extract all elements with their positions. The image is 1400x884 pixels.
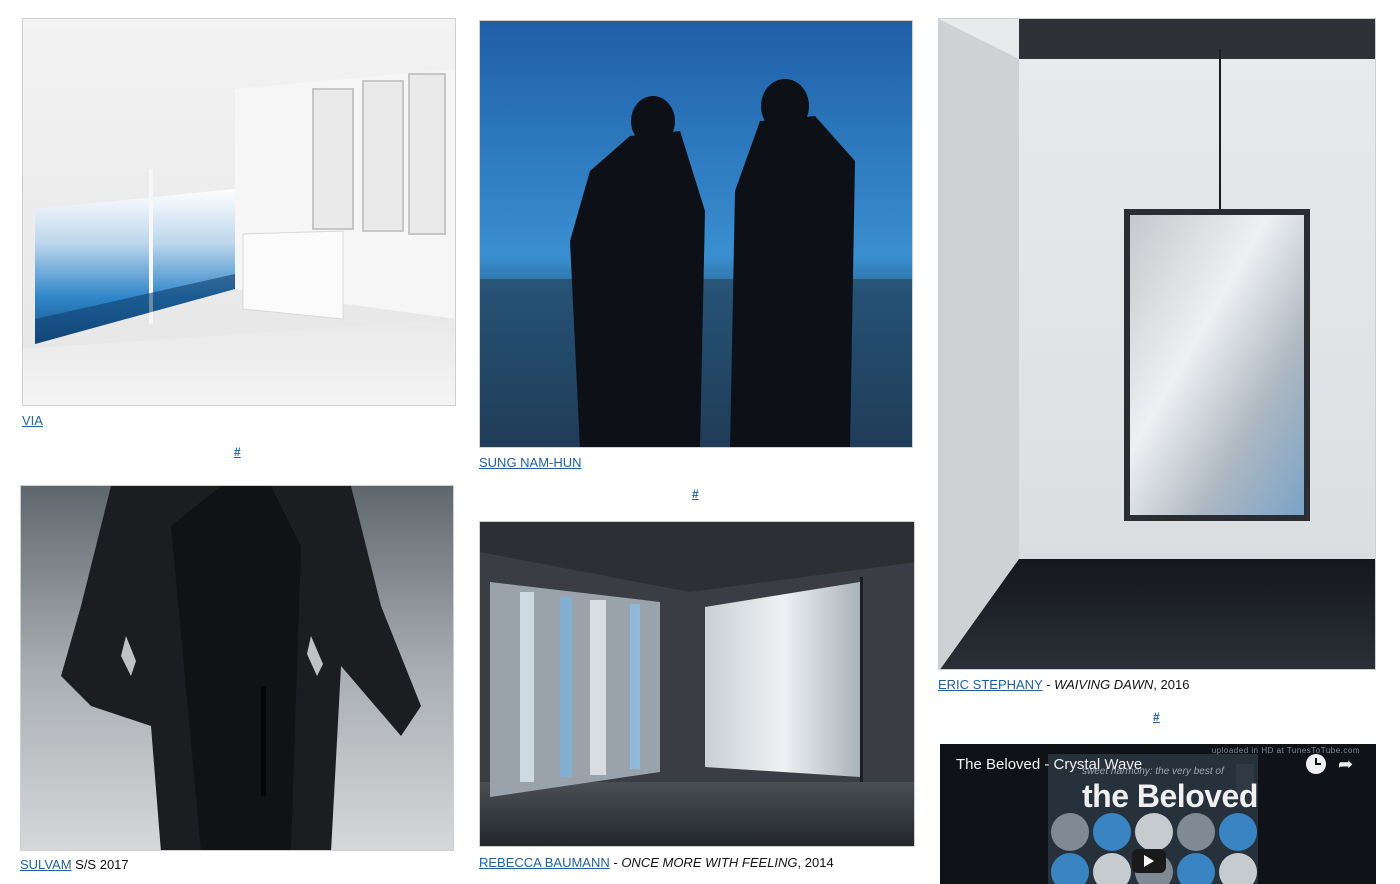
- play-icon[interactable]: [1132, 849, 1166, 873]
- caption-year: , 2016: [1153, 677, 1190, 692]
- caption-text: S/S 2017: [71, 857, 129, 872]
- post-image-hanging-screen[interactable]: [938, 18, 1376, 670]
- artist-link[interactable]: REBECCA BAUMANN: [479, 855, 610, 870]
- album-title: the Beloved: [1082, 778, 1258, 814]
- permalink: #: [692, 487, 699, 501]
- artist-link[interactable]: ERIC STEPHANY: [938, 677, 1043, 692]
- artist-link[interactable]: SUNG NAM-HUN: [479, 455, 582, 470]
- artwork-title: WAIVING DAWN: [1054, 677, 1154, 692]
- video-title[interactable]: The Beloved - Crystal Wave: [956, 756, 1142, 773]
- post-image-gallery-blue-mural[interactable]: [22, 18, 456, 406]
- permalink-link[interactable]: #: [234, 445, 241, 459]
- post-caption: VIA: [22, 413, 43, 428]
- post-caption: ERIC STEPHANY - WAIVING DAWN, 2016: [938, 677, 1189, 692]
- permalink: #: [1153, 710, 1160, 724]
- permalink-link[interactable]: #: [1153, 710, 1160, 724]
- post-image-black-coat[interactable]: [20, 485, 454, 851]
- post-caption: SUNG NAM-HUN: [479, 455, 582, 470]
- artist-link[interactable]: SULVAM: [20, 857, 72, 872]
- artist-link[interactable]: VIA: [22, 413, 43, 428]
- clock-icon[interactable]: [1306, 754, 1326, 774]
- share-icon[interactable]: ➦: [1338, 754, 1353, 775]
- permalink-link[interactable]: #: [692, 487, 699, 501]
- post-image-two-figures-blue-sky[interactable]: [479, 20, 913, 448]
- video-embed[interactable]: uploaded in HD at TunesToTube.com sweet …: [940, 744, 1376, 884]
- post-caption: SULVAM S/S 2017: [20, 857, 129, 872]
- post-caption: REBECCA BAUMANN - ONCE MORE WITH FEELING…: [479, 855, 834, 870]
- post-image-gallery-installation[interactable]: [479, 521, 915, 847]
- permalink: #: [234, 445, 241, 459]
- caption-text: -: [609, 855, 622, 870]
- artwork-title: ONCE MORE WITH FEELING: [621, 855, 798, 870]
- caption-text: -: [1042, 677, 1055, 692]
- caption-year: , 2014: [797, 855, 834, 870]
